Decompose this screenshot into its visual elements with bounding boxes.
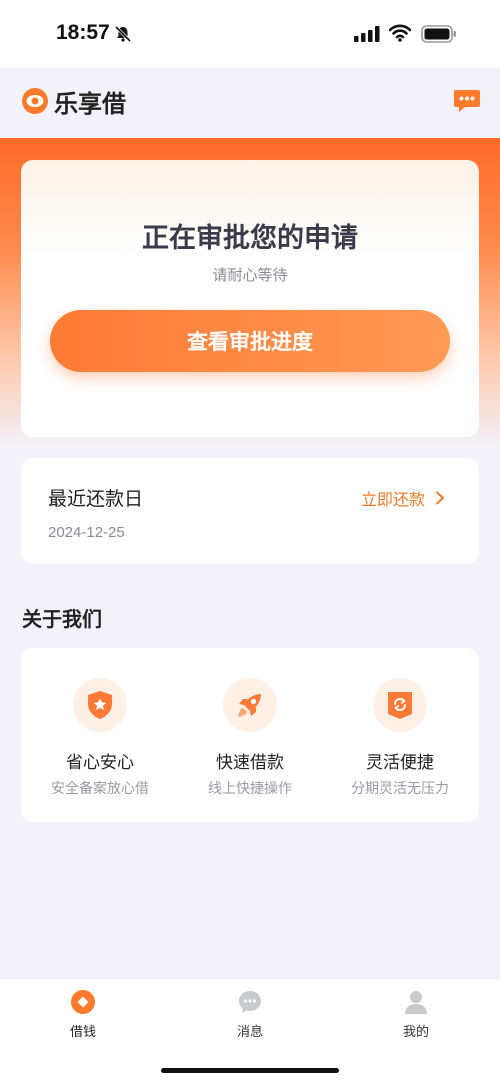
rocket-icon: [238, 694, 261, 717]
refresh-tag-icon: [388, 692, 412, 719]
message-icon: [239, 991, 261, 1013]
repayment-date: 2024-12-25: [48, 524, 125, 541]
chevron-right-icon: [436, 491, 444, 505]
tab-label: 消息: [236, 1025, 263, 1040]
app-header: 乐享借: [0, 68, 500, 138]
about-card: 省心安心 安全备案放心借 快速借款 线上快捷操作 灵活便捷 分期灵活无压力: [21, 648, 479, 822]
tab-label: 借钱: [69, 1025, 96, 1040]
about-heading: 关于我们: [22, 607, 102, 631]
repayment-card: 最近还款日 2024-12-25 立即还款: [21, 458, 479, 564]
feature-peace-of-mind[interactable]: 省心安心 安全备案放心借: [25, 648, 175, 822]
feature-desc: 安全备案放心借: [51, 781, 149, 797]
feature-desc: 分期灵活无压力: [351, 781, 449, 797]
tab-loan[interactable]: 借钱: [33, 989, 133, 1049]
repayment-title: 最近还款日: [48, 488, 144, 510]
chat-bubble-icon[interactable]: [453, 88, 481, 114]
repay-now-link[interactable]: 立即还款: [361, 486, 445, 510]
approval-subtitle: 请耐心等待: [212, 266, 288, 284]
wifi-icon: [389, 24, 411, 42]
approval-status-card: 正在审批您的申请 请耐心等待 查看审批进度: [21, 160, 479, 437]
feature-title: 快速借款: [216, 753, 284, 773]
view-progress-button[interactable]: 查看审批进度: [50, 310, 450, 372]
feature-desc: 线上快捷操作: [208, 781, 292, 797]
home-indicator: [161, 1068, 339, 1073]
app-title: 乐享借: [54, 90, 126, 118]
tab-messages[interactable]: 消息: [200, 989, 300, 1049]
feature-flexible[interactable]: 灵活便捷 分期灵活无压力: [325, 648, 475, 822]
feature-title: 省心安心: [66, 753, 134, 773]
feature-icon-circle: [373, 678, 427, 732]
tab-profile[interactable]: 我的: [366, 989, 466, 1049]
tab-label: 我的: [402, 1025, 429, 1040]
feature-icon-circle: [223, 678, 277, 732]
repay-now-label: 立即还款: [360, 490, 425, 509]
feature-title: 灵活便捷: [366, 753, 434, 773]
feature-fast-loan[interactable]: 快速借款 线上快捷操作: [175, 648, 325, 822]
bell-muted-icon: [114, 25, 132, 43]
cellular-signal-icon: [354, 26, 380, 42]
profile-icon: [405, 991, 427, 1014]
eye-logo-icon: [22, 88, 48, 114]
status-time: 18:57: [56, 21, 110, 44]
approval-title: 正在审批您的申请: [142, 223, 358, 254]
battery-icon: [421, 25, 456, 43]
status-bar: 18:57: [0, 0, 500, 68]
feature-icon-circle: [73, 678, 127, 732]
shield-star-icon: [88, 691, 112, 719]
loan-icon: [71, 990, 95, 1014]
